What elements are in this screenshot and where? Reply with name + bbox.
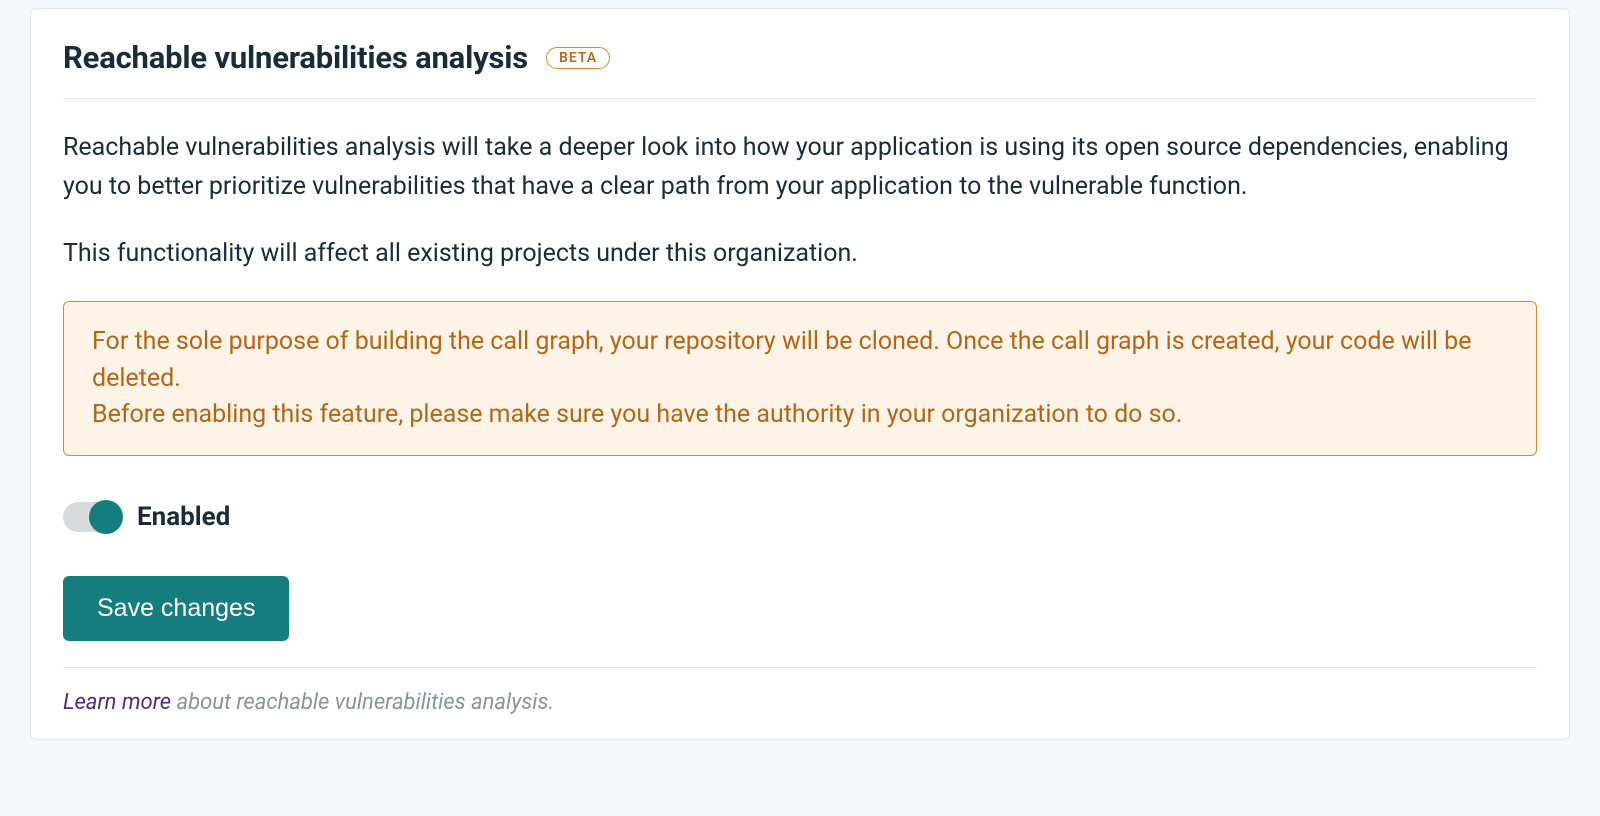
- card-description: Reachable vulnerabilities analysis will …: [63, 129, 1537, 273]
- description-paragraph-1: Reachable vulnerabilities analysis will …: [63, 129, 1537, 207]
- card-title: Reachable vulnerabilities analysis: [63, 39, 528, 76]
- toggle-knob: [89, 500, 123, 534]
- learn-more-text: Learn more about reachable vulnerabiliti…: [63, 690, 1537, 715]
- enable-toggle[interactable]: [63, 502, 119, 532]
- settings-card: Reachable vulnerabilities analysis BETA …: [30, 8, 1570, 740]
- warning-text-1: For the sole purpose of building the cal…: [92, 324, 1508, 397]
- warning-callout: For the sole purpose of building the cal…: [63, 301, 1537, 456]
- toggle-label: Enabled: [137, 502, 230, 532]
- card-footer: Learn more about reachable vulnerabiliti…: [63, 667, 1537, 715]
- card-header: Reachable vulnerabilities analysis BETA: [63, 39, 1537, 99]
- learn-more-link[interactable]: Learn more: [63, 690, 171, 715]
- save-button[interactable]: Save changes: [63, 576, 289, 641]
- warning-text-2: Before enabling this feature, please mak…: [92, 397, 1508, 433]
- beta-badge: BETA: [546, 47, 610, 69]
- description-paragraph-2: This functionality will affect all exist…: [63, 235, 1537, 274]
- enable-toggle-row: Enabled: [63, 502, 1537, 532]
- learn-more-suffix: about reachable vulnerabilities analysis…: [171, 690, 554, 715]
